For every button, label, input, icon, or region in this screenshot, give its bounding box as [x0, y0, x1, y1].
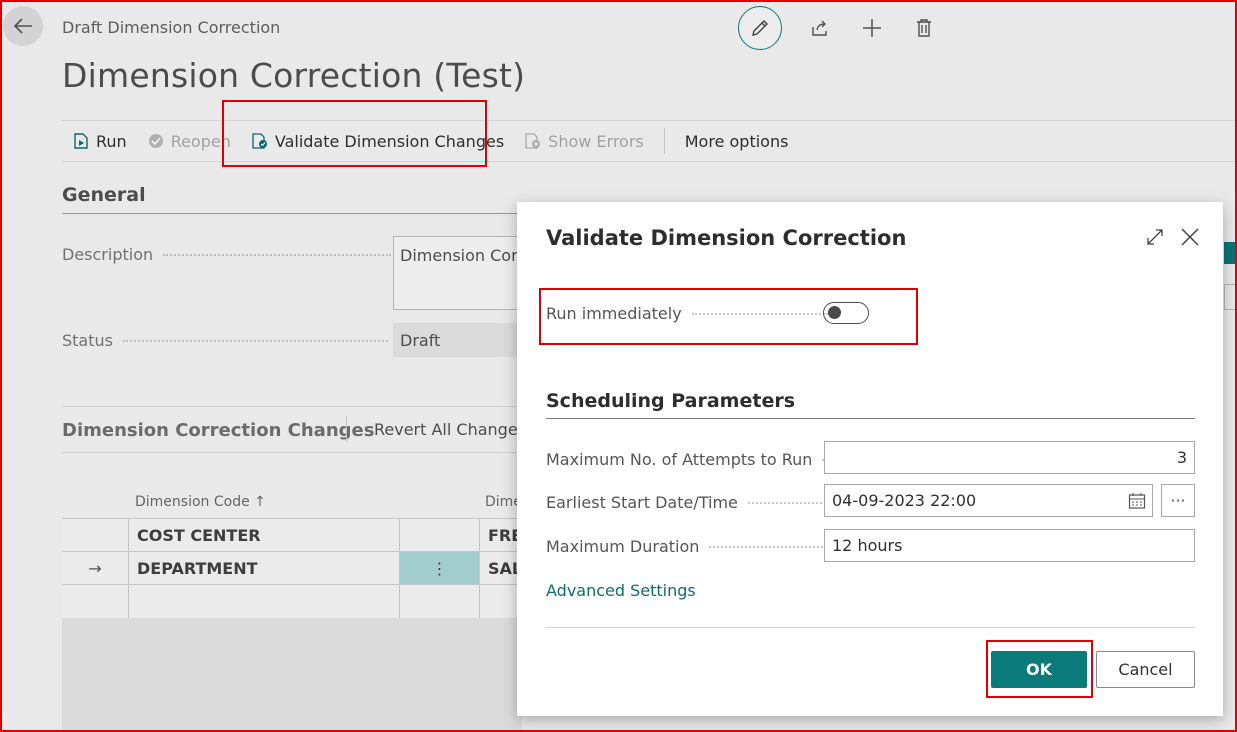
expand-button[interactable] [1145, 227, 1165, 247]
scheduling-parameters-title: Scheduling Parameters [546, 390, 796, 412]
earliest-start-label-text: Earliest Start Date/Time [546, 493, 738, 512]
dialog-title: Validate Dimension Correction [546, 226, 907, 250]
assist-edit-button[interactable]: ··· [1161, 484, 1195, 517]
run-immediately-label: Run immediately [546, 304, 828, 323]
close-icon [1181, 228, 1199, 246]
dialog-header-actions [1145, 226, 1201, 248]
earliest-start-label: Earliest Start Date/Time [546, 493, 834, 512]
run-immediately-label-text: Run immediately [546, 304, 682, 323]
leader-dots [747, 501, 834, 504]
leader-dots [709, 545, 828, 548]
advanced-settings-link[interactable]: Advanced Settings [546, 581, 696, 600]
earliest-start-value: 04-09-2023 22:00 [832, 491, 977, 510]
max-attempts-label-text: Maximum No. of Attempts to Run [546, 450, 813, 469]
validate-dialog: Validate Dimension Correction Run immedi… [517, 202, 1223, 716]
earliest-start-input[interactable]: 04-09-2023 22:00 [824, 484, 1153, 517]
max-attempts-label: Maximum No. of Attempts to Run [546, 450, 839, 469]
scheduling-divider [546, 418, 1195, 419]
max-duration-input[interactable]: 12 hours [824, 529, 1195, 562]
leader-dots [691, 312, 828, 315]
dialog-footer-divider [546, 627, 1195, 628]
toggle-knob [828, 306, 841, 319]
max-duration-label-text: Maximum Duration [546, 537, 700, 556]
run-immediately-toggle[interactable] [823, 302, 869, 324]
close-button[interactable] [1179, 226, 1201, 248]
cancel-button[interactable]: Cancel [1096, 651, 1195, 688]
expand-icon [1147, 229, 1163, 245]
calendar-icon[interactable] [1128, 492, 1146, 510]
ok-button[interactable]: OK [991, 651, 1087, 688]
max-duration-label: Maximum Duration [546, 537, 828, 556]
max-attempts-input[interactable]: 3 [824, 441, 1195, 474]
